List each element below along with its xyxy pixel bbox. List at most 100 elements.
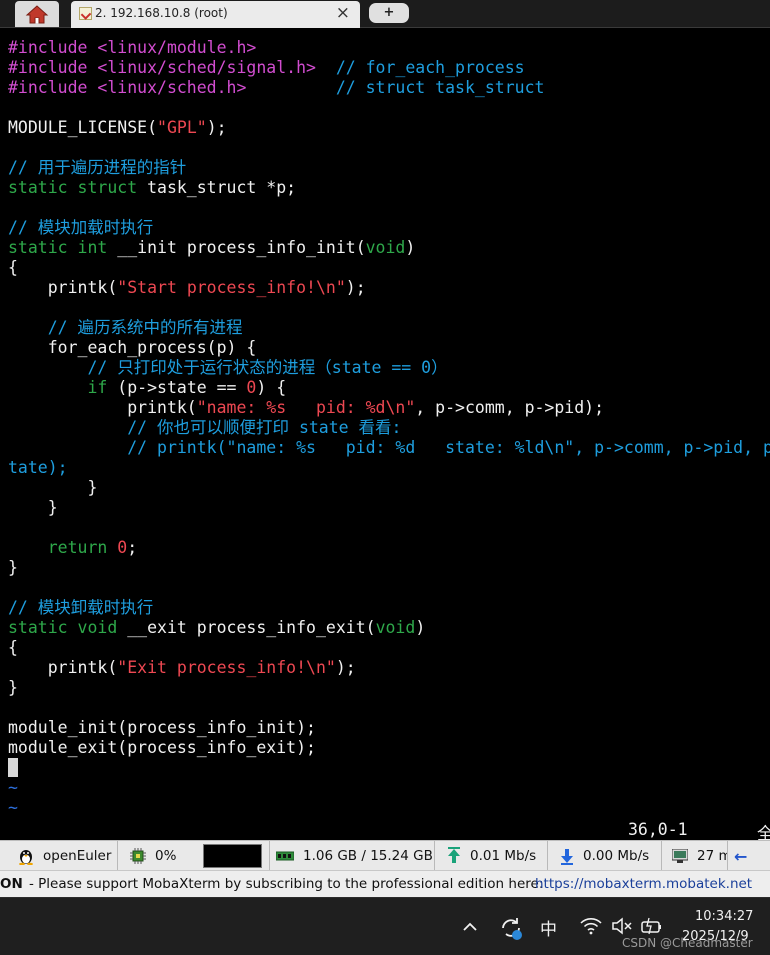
code-line: printk("Exit process_info!\n"); [8, 658, 770, 678]
vim-cursor-position: 36,0-1 [628, 820, 688, 839]
code-token: // 模块卸载时执行 [8, 598, 154, 617]
vim-scroll-percent: 全 [757, 824, 770, 840]
csdn-watermark: CSDN @Cheadmaster [622, 936, 753, 950]
close-icon[interactable]: × [336, 3, 350, 23]
clock-time[interactable]: 10:34:27 [695, 909, 753, 924]
status-download-value: 0.00 Mb/s [583, 848, 650, 864]
wifi-icon[interactable] [579, 916, 603, 936]
status-cpu-value: 0% [155, 848, 177, 864]
code-token: module_init(process_info_init); [8, 718, 316, 737]
code-line [8, 758, 770, 778]
code-token: ) { [256, 378, 287, 397]
code-line: } [8, 478, 770, 498]
code-token: ); [335, 658, 356, 677]
code-token: __init process_info_init( [107, 238, 366, 257]
text-cursor [8, 758, 18, 777]
terminal-area[interactable]: #include <linux/module.h> #include <linux… [0, 29, 770, 840]
input-method-indicator[interactable]: 中 [540, 915, 557, 940]
code-token: ); [206, 118, 227, 137]
code-line: static int __init process_info_init(void… [8, 238, 770, 258]
code-line: #include <linux/sched.h> // struct task_… [8, 78, 770, 98]
code-token: , p->comm, p->pid); [415, 398, 605, 417]
code-token: ) [405, 238, 416, 257]
code-token: } [8, 558, 18, 577]
code-line: printk("Start process_info!\n"); [8, 278, 770, 298]
code-token: #include <linux/sched.h> [8, 78, 247, 97]
promo-link[interactable]: https://mobaxterm.mobatek.net [535, 876, 752, 892]
home-icon [25, 5, 49, 24]
arrow-left-icon[interactable]: ← [734, 847, 747, 866]
code-line: printk("name: %s pid: %d\n", p->comm, p-… [8, 398, 770, 418]
code-line: tate); [8, 458, 770, 478]
code-token: // printk("name: %s pid: %d state: %ld\n… [8, 438, 770, 457]
code-line: // 遍历系统中的所有进程 [8, 318, 770, 338]
code-token: ~ [8, 778, 18, 797]
home-tab[interactable] [15, 1, 59, 27]
code-token: // 只打印处于运行状态的进程（state == 0） [8, 358, 448, 377]
code-token: module_exit(process_info_exit); [8, 738, 316, 757]
vim-buffer[interactable]: #include <linux/module.h> #include <linux… [8, 38, 770, 818]
code-line: module_exit(process_info_exit); [8, 738, 770, 758]
code-line: { [8, 638, 770, 658]
code-token: __exit process_info_exit( [117, 618, 376, 637]
code-line: static void __exit process_info_exit(voi… [8, 618, 770, 638]
volume-muted-icon[interactable] [611, 916, 633, 936]
sync-icon[interactable] [498, 915, 524, 941]
tab-session[interactable]: 2. 192.168.10.8 (root) × [71, 1, 360, 28]
code-line: ~ [8, 778, 770, 798]
code-line: } [8, 558, 770, 578]
new-tab-button[interactable]: + [369, 3, 409, 23]
uptime-icon [672, 849, 688, 863]
code-token: "Start process_info!\n" [117, 278, 346, 297]
status-os: openEuler [0, 841, 118, 871]
terminal-session-icon [79, 7, 92, 20]
code-line: } [8, 678, 770, 698]
code-token: ; [127, 538, 138, 557]
code-line: // 模块加载时执行 [8, 218, 770, 238]
code-token: // 模块加载时执行 [8, 218, 154, 237]
status-memory: 1.06 GB / 15.24 GB [270, 841, 435, 871]
code-token: // 你也可以顺便打印 state 看看: [8, 418, 402, 437]
status-upload: 0.01 Mb/s [435, 841, 548, 871]
status-uptime-value: 27 m [697, 848, 727, 864]
code-token: ~ [8, 798, 18, 817]
code-line: #include <linux/module.h> [8, 38, 770, 58]
mobaxterm-status-bar: openEuler 0% 1.06 GB / 15.24 GB 0.01 Mb/… [0, 840, 770, 871]
code-token: ); [345, 278, 366, 297]
status-upload-value: 0.01 Mb/s [470, 848, 537, 864]
download-icon [561, 849, 573, 865]
code-line: } [8, 498, 770, 518]
code-token: "name: %s pid: %d\n" [196, 398, 416, 417]
code-line: #include <linux/sched/signal.h> // for_e… [8, 58, 770, 78]
chevron-up-icon[interactable] [461, 918, 479, 936]
tab-bar: 2. 192.168.10.8 (root) × + [0, 0, 770, 28]
linux-tux-icon [19, 850, 33, 865]
code-token: task_struct *p; [137, 178, 297, 197]
code-token: tate); [8, 458, 68, 477]
code-token: { [8, 638, 18, 657]
code-token: if [8, 378, 108, 397]
code-token: ) [415, 618, 426, 637]
promo-tag: ON [0, 876, 23, 892]
code-token: (p->state == [107, 378, 247, 397]
code-token: } [8, 478, 98, 497]
code-token: // for_each_process [315, 58, 525, 77]
code-token: #include <linux/sched/signal.h> [8, 58, 316, 77]
code-line: if (p->state == 0) { [8, 378, 770, 398]
code-token: 0 [246, 378, 257, 397]
battery-icon[interactable] [640, 916, 664, 936]
status-uptime: 27 m [662, 841, 728, 871]
code-token: return [8, 538, 108, 557]
code-line: // 模块卸载时执行 [8, 598, 770, 618]
code-line: // 只打印处于运行状态的进程（state == 0） [8, 358, 770, 378]
status-download: 0.00 Mb/s [548, 841, 662, 871]
status-scroll-arrows[interactable]: ← [728, 841, 770, 871]
code-line: module_init(process_info_init); [8, 718, 770, 738]
